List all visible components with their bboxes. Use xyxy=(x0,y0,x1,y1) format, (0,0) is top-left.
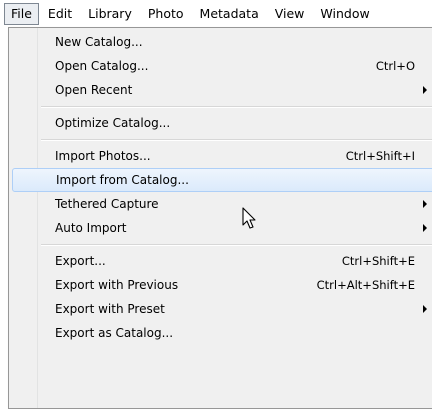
submenu-arrow-icon xyxy=(423,224,427,232)
menu-item-auto-import[interactable]: Auto Import xyxy=(11,216,432,240)
menu-photo[interactable]: Photo xyxy=(141,3,191,25)
menu-item-label: Export with Preset xyxy=(55,302,165,316)
menu-window[interactable]: Window xyxy=(313,3,376,25)
submenu-arrow-icon xyxy=(423,200,427,208)
menu-separator xyxy=(11,240,432,249)
menu-item-export-with-preset[interactable]: Export with Preset xyxy=(11,297,432,321)
menu-item-label: New Catalog... xyxy=(55,35,143,49)
menu-item-import-from-catalog[interactable]: Import from Catalog... xyxy=(12,168,432,192)
menu-separator xyxy=(11,135,432,144)
file-dropdown-menu: New Catalog... Open Catalog... Ctrl+O Op… xyxy=(8,27,432,409)
menu-item-optimize-catalog[interactable]: Optimize Catalog... xyxy=(11,111,432,135)
menu-bar: File Edit Library Photo Metadata View Wi… xyxy=(0,0,432,28)
menu-library[interactable]: Library xyxy=(81,3,139,25)
menu-item-tethered-capture[interactable]: Tethered Capture xyxy=(11,192,432,216)
menu-item-label: Open Catalog... xyxy=(55,59,149,73)
menu-item-label: Optimize Catalog... xyxy=(55,116,171,130)
menu-item-new-catalog[interactable]: New Catalog... xyxy=(11,30,432,54)
menu-item-label: Export with Previous xyxy=(55,278,179,292)
menu-item-shortcut: Ctrl+Alt+Shift+E xyxy=(316,278,415,292)
menu-edit[interactable]: Edit xyxy=(41,3,79,25)
submenu-arrow-icon xyxy=(423,305,427,313)
menu-item-export[interactable]: Export... Ctrl+Shift+E xyxy=(11,249,432,273)
menu-metadata[interactable]: Metadata xyxy=(193,3,266,25)
menu-item-label: Auto Import xyxy=(55,221,127,235)
menu-item-import-photos[interactable]: Import Photos... Ctrl+Shift+I xyxy=(11,144,432,168)
file-menu-list: New Catalog... Open Catalog... Ctrl+O Op… xyxy=(11,30,432,345)
menu-file[interactable]: File xyxy=(4,3,39,25)
menu-item-shortcut: Ctrl+Shift+E xyxy=(341,254,415,268)
menu-item-open-recent[interactable]: Open Recent xyxy=(11,78,432,102)
menu-item-label: Import Photos... xyxy=(55,149,151,163)
menu-item-label: Import from Catalog... xyxy=(56,173,189,187)
menu-item-shortcut: Ctrl+Shift+I xyxy=(345,149,415,163)
menu-item-label: Export... xyxy=(55,254,106,268)
menu-item-export-as-catalog[interactable]: Export as Catalog... xyxy=(11,321,432,345)
menu-view[interactable]: View xyxy=(268,3,312,25)
menu-item-export-with-previous[interactable]: Export with Previous Ctrl+Alt+Shift+E xyxy=(11,273,432,297)
menu-item-open-catalog[interactable]: Open Catalog... Ctrl+O xyxy=(11,54,432,78)
menu-item-label: Export as Catalog... xyxy=(55,326,174,340)
submenu-arrow-icon xyxy=(423,86,427,94)
menu-item-label: Tethered Capture xyxy=(55,197,159,211)
menu-item-label: Open Recent xyxy=(55,83,133,97)
menu-item-shortcut: Ctrl+O xyxy=(375,59,415,73)
menu-separator xyxy=(11,102,432,111)
